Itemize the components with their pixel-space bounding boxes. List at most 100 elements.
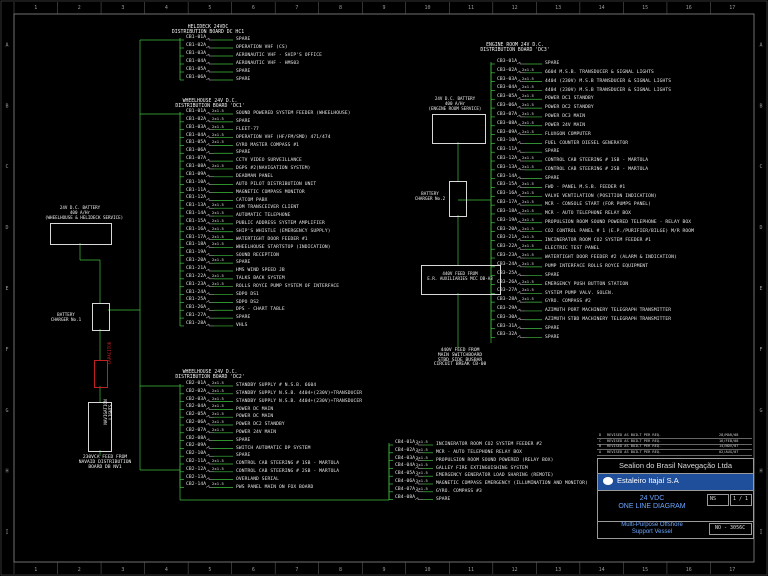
relay-line1: CAPACITOR xyxy=(107,341,112,365)
circuit-breaker-icon xyxy=(516,61,525,65)
circuit-rating: 2x1.5 xyxy=(212,217,224,223)
circuit-rating: 2x1.5 xyxy=(416,439,428,444)
circuit-rating: 2x1.5 xyxy=(522,243,534,249)
circuit-id: CB4-08A xyxy=(395,494,416,500)
feed-1-label: 230VCA FEED FROM NAVAID DISTRIBUTION BOA… xyxy=(70,455,140,470)
charger-2-label: BATTERY CHARGER No.2 xyxy=(412,191,448,202)
circuit-description: SPARE xyxy=(236,453,251,459)
circuit-description: FLEET-77 xyxy=(236,126,259,132)
circuit-description: 6604 M.S.B. TRANSDUCER & SIGNAL LIGHTS xyxy=(545,70,654,76)
circuit-rating: 2x1.5 xyxy=(522,93,534,99)
grid-col-label: 6 xyxy=(252,567,255,573)
circuit-id: CB3-21A xyxy=(497,235,518,241)
circuit-description: PROPULSION ROOM SOUND POWERED TELEPHONE … xyxy=(545,219,692,225)
grid-row-label: I xyxy=(759,530,762,536)
circuit-description: GYRO. COMPASS #2 xyxy=(545,299,591,305)
capacitor-relay-label: CAPACITOR xyxy=(107,338,113,368)
circuit-breaker-icon xyxy=(205,308,214,311)
circuit-description: ROLLS ROYCE PUMP SYSTEM OF INTERFACE xyxy=(236,283,340,289)
circuit-description: FWD - PANEL M.S.B. FEEDER #1 xyxy=(545,184,626,190)
revision-text: REVISED AS BUILT PER REQ. xyxy=(607,444,662,448)
circuit-breaker-icon xyxy=(205,253,214,256)
grid-col-label: 2 xyxy=(78,5,81,11)
feed-2-label: 440V FEED FROM E.R. AUXILIARIES MCC DB-A… xyxy=(421,271,499,282)
charger-1-line2: CHARGER No.1 xyxy=(50,316,82,322)
circuit-description: SPARE xyxy=(236,437,251,443)
circuit-description: SOUND RECEPTION xyxy=(236,252,279,258)
feed-3-line4: CIRCUIT BREAK CB-08 xyxy=(433,362,487,368)
drawing-title-line1: 24 VDC xyxy=(639,495,665,502)
revision-letter: B xyxy=(599,444,602,448)
grid-col-label: 12 xyxy=(512,5,518,11)
scale-value: NS xyxy=(710,496,717,502)
circuit-breaker-icon xyxy=(516,273,525,276)
circuit-breaker-icon xyxy=(205,292,214,295)
circuit-id: CB2-11A xyxy=(186,459,207,464)
circuit-description: SPARE xyxy=(236,77,251,83)
circuit-breaker-icon xyxy=(205,174,214,178)
circuit-rating: 2x1.5 xyxy=(522,181,534,187)
circuit-id: CB2-02A xyxy=(186,388,207,394)
circuit-description: INCINERATOR ROOM CO2 SYSTEM FEEDER #1 xyxy=(545,237,652,243)
circuit-rating: 2x1.5 xyxy=(416,462,428,468)
circuit-id: CB3-16A xyxy=(497,191,518,197)
grid-row-label: I xyxy=(5,530,8,536)
circuit-rating: 2x1.5 xyxy=(212,225,224,231)
battery-2-icon xyxy=(432,114,486,144)
circuit-description: AUTOMATIC TELEPHONE xyxy=(236,213,291,219)
circuit-description: CONTROL CAB STEERING # 2SB - MARTOLA xyxy=(236,469,340,474)
dc3-title: ENGINE ROOM 24V D.C. DISTRIBUTION BOARD … xyxy=(460,43,570,53)
grid-row-label: D xyxy=(5,225,8,231)
circuit-id: CB2-14A xyxy=(186,482,207,488)
circuit-breaker-icon xyxy=(205,198,214,201)
circuit-rating: 2x1.5 xyxy=(212,108,224,113)
circuit-id: CB1-22A xyxy=(186,273,207,279)
circuit-id: CB1-28A xyxy=(186,320,207,326)
circuit-id: CB1-01A xyxy=(186,35,207,40)
battery-1-line3: (WHEELHOUSE & HELIDECK SERVICE) xyxy=(45,215,124,220)
circuit-description: POWER DC2 STANDBY xyxy=(236,422,285,428)
grid-col-label: 11 xyxy=(468,5,474,11)
grid-col-label: 9 xyxy=(382,5,385,11)
circuit-description: PUMP INTERFACE ROLLS ROYCE EQUIPMENT xyxy=(545,264,649,270)
circuit-rating: 2x1.5 xyxy=(212,403,224,409)
dc1-title: WHEELHOUSE 24V D.C. DISTRIBUTION BOARD '… xyxy=(160,99,260,109)
charger-1-icon xyxy=(92,303,110,331)
battery-2-label: 24V D.C. BATTERY 400 A/Hr (ENGINE ROOM S… xyxy=(425,96,485,111)
circuit-description: DPS - CHART TABLE xyxy=(236,307,285,313)
circuit-rating: 2x1.5 xyxy=(416,470,428,476)
circuit-description: AUTO PILOT DISTRIBUTION UNIT xyxy=(236,181,317,187)
circuit-description: VHLS xyxy=(236,323,248,329)
circuit-id: CB2-07A xyxy=(186,427,207,433)
circuit-id: CB4-02A xyxy=(395,447,416,453)
circuit-id: CB1-19A xyxy=(186,250,207,256)
circuit-description: CONTROL CAB STEERING # 1SB - MARTOLA xyxy=(236,461,340,467)
circuit-rating: 2x1.5 xyxy=(212,115,224,121)
circuit-breaker-icon xyxy=(516,326,525,329)
circuit-rating: 2x1.5 xyxy=(212,458,224,463)
circuit-id: CB3-23A xyxy=(497,253,518,259)
circuit-id: CB1-03A xyxy=(186,124,207,130)
circuit-description: AZIMUTH PORT MACHINERY TELEGRAPH TRANSMI… xyxy=(545,308,672,314)
revision-letter: D xyxy=(599,433,602,437)
circuit-id: CB3-02A xyxy=(497,67,518,73)
grid-col-label: 16 xyxy=(686,567,692,573)
circuit-id: CB1-15A xyxy=(186,218,207,224)
grid-col-label: 13 xyxy=(555,567,561,573)
circuit-id: CB4-04A xyxy=(395,463,416,469)
circuit-rating: 2x1.5 xyxy=(212,210,224,216)
circuit-rating: 2x1.5 xyxy=(212,162,224,168)
circuit-id: CB1-20A xyxy=(186,258,207,264)
circuit-id: CB2-05A xyxy=(186,412,207,418)
circuit-id: CB1-10A xyxy=(186,179,207,185)
grid-row-label: A xyxy=(5,42,8,48)
circuit-description: MAGNETIC COMPASS EMERGENCY (ILLUMINATION… xyxy=(436,481,588,487)
dc1-title-line2: DISTRIBUTION BOARD 'DC1' xyxy=(175,104,245,110)
circuit-description: EMERGENCY PUSH BUTTON STATION xyxy=(545,281,629,287)
circuit-description: SDPO DS1 xyxy=(236,291,259,297)
circuit-rating: 2x1.5 xyxy=(416,454,428,460)
grid-col-label: 3 xyxy=(121,5,124,11)
circuit-id: CB1-25A xyxy=(186,297,207,303)
grid-col-label: 15 xyxy=(642,567,648,573)
circuit-description: AERONAUTIC VHF - SHIP'S OFFICE xyxy=(236,53,322,59)
